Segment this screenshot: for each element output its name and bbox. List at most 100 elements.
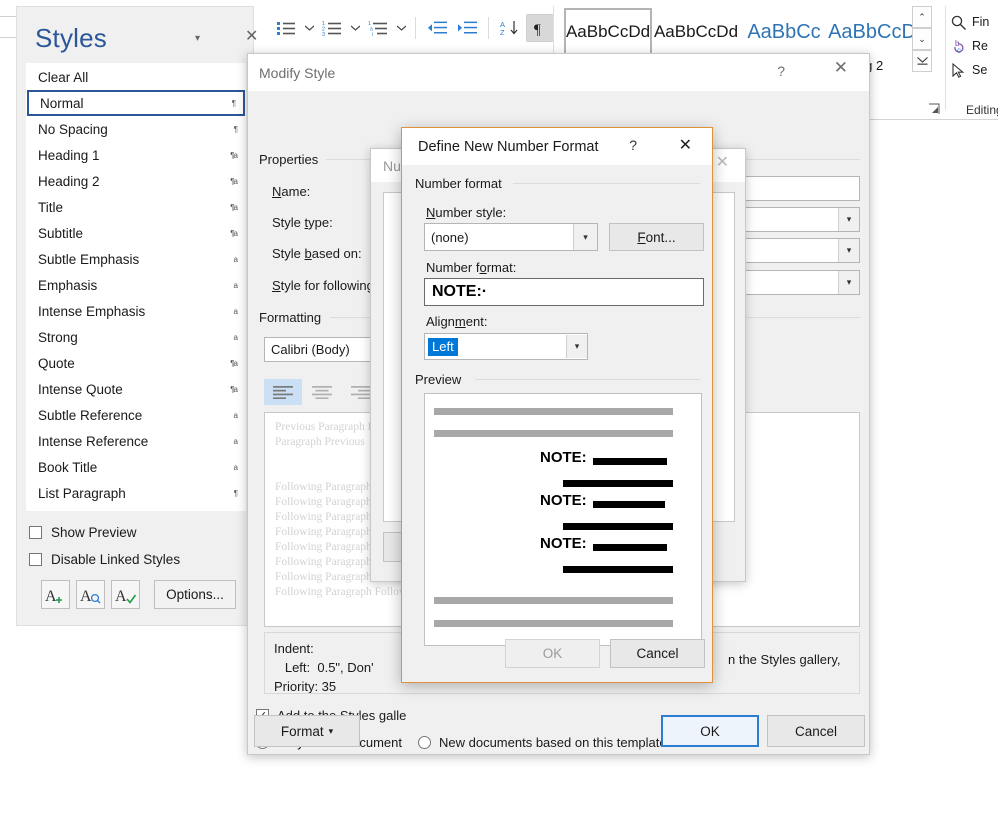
styles-list-item-intense-quote[interactable]: Intense Quote ¶a: [27, 376, 245, 402]
styles-pane-buttons: A A A Options...: [41, 580, 236, 609]
properties-group-label: Properties: [259, 152, 326, 167]
font-button[interactable]: Font...: [609, 223, 704, 251]
styles-list-item-list-paragraph[interactable]: List Paragraph ¶: [27, 480, 245, 506]
chevron-down-icon: [396, 25, 406, 31]
styles-list-item-clear-all[interactable]: Clear All: [27, 64, 245, 90]
modify-style-ok-button[interactable]: OK: [661, 715, 759, 747]
gallery-item-no-spacing[interactable]: AaBbCcDd: [652, 8, 740, 56]
close-icon[interactable]: ✕: [716, 152, 729, 172]
multilevel-list-dropdown[interactable]: [394, 14, 408, 42]
sort-button[interactable]: A Z: [496, 14, 524, 42]
modify-style-titlebar[interactable]: Modify Style ? ✕: [248, 54, 869, 91]
checkbox-icon[interactable]: [29, 553, 42, 566]
chevron-down-icon[interactable]: ▾: [838, 208, 859, 231]
show-formatting-marks-button[interactable]: ¶: [526, 14, 554, 42]
chevron-down-bar-icon: [916, 56, 928, 65]
show-preview-checkbox[interactable]: Show Preview: [29, 519, 239, 546]
styles-list-item-strong[interactable]: Strong a: [27, 324, 245, 350]
gallery-item-heading-2[interactable]: AaBbCcD: [828, 8, 916, 56]
numbering-dropdown[interactable]: [348, 14, 362, 42]
gallery-scroll-up-button[interactable]: ⌃: [912, 6, 932, 28]
style-inspector-button[interactable]: A: [76, 580, 105, 609]
style-type-mark: a: [233, 436, 239, 446]
define-dialog-titlebar[interactable]: Define New Number Format ? ✕: [402, 128, 712, 165]
style-label: Book Title: [38, 459, 98, 475]
styles-pane-close-button[interactable]: ✕: [245, 29, 258, 45]
help-icon[interactable]: ?: [629, 137, 637, 153]
styles-list[interactable]: Clear All Normal ¶ No Spacing ¶ Heading …: [26, 63, 246, 511]
alignment-combobox[interactable]: Left ▾: [424, 333, 588, 360]
radio-unselected-icon[interactable]: [418, 736, 431, 749]
multilevel-list-button[interactable]: 1 a i: [364, 14, 392, 42]
define-dialog-ok-button[interactable]: OK: [505, 639, 600, 668]
number-style-combobox[interactable]: (none) ▾: [424, 223, 598, 251]
styles-list-item-normal[interactable]: Normal ¶: [27, 90, 245, 116]
gallery-item-normal[interactable]: AaBbCcDd: [564, 8, 652, 56]
define-new-number-format-dialog: Define New Number Format ? ✕ Number form…: [401, 127, 713, 683]
close-icon[interactable]: ✕: [679, 135, 692, 155]
gallery-item-heading-1[interactable]: AaBbCc: [740, 8, 828, 56]
number-format-input[interactable]: NOTE:·: [424, 278, 704, 306]
bullets-button[interactable]: [272, 14, 300, 42]
style-type-mark: ¶a: [230, 176, 238, 186]
checkbox-icon[interactable]: [29, 526, 42, 539]
paragraph-divider: [415, 17, 416, 39]
styles-pane-menu-button[interactable]: ▾: [195, 33, 200, 44]
gallery-more-button[interactable]: [912, 50, 932, 72]
define-dialog-cancel-button[interactable]: Cancel: [610, 639, 705, 668]
format-button-label: Format: [280, 723, 324, 739]
font-button-label: Font...: [637, 229, 676, 245]
align-right-icon: [351, 386, 371, 399]
styles-list-item-heading-2[interactable]: Heading 2 ¶a: [27, 168, 245, 194]
gallery-scroll-down-button[interactable]: ⌄: [912, 28, 932, 50]
styles-list-item-intense-reference[interactable]: Intense Reference a: [27, 428, 245, 454]
styles-list-item-intense-emphasis[interactable]: Intense Emphasis a: [27, 298, 245, 324]
help-icon[interactable]: ?: [777, 63, 785, 79]
styles-dialog-launcher[interactable]: [928, 103, 940, 118]
gallery-scrollbar[interactable]: ⌃ ⌄: [912, 6, 932, 72]
styles-list-item-subtitle[interactable]: Subtitle ¶a: [27, 220, 245, 246]
styles-list-item-no-spacing[interactable]: No Spacing ¶: [27, 116, 245, 142]
style-label: Subtitle: [38, 225, 84, 241]
styles-list-item-heading-1[interactable]: Heading 1 ¶a: [27, 142, 245, 168]
numbering-button[interactable]: 1 2 3: [318, 14, 346, 42]
styles-list-item-subtle-reference[interactable]: Subtle Reference a: [27, 402, 245, 428]
style-type-mark: ¶a: [230, 202, 238, 212]
number-format-group-rule: [513, 183, 700, 184]
chevron-down-icon[interactable]: ▾: [838, 239, 859, 262]
close-icon[interactable]: ✕: [834, 58, 848, 78]
increase-indent-button[interactable]: [453, 14, 481, 42]
styles-list-item-quote[interactable]: Quote ¶a: [27, 350, 245, 376]
select-button[interactable]: Se: [950, 58, 998, 82]
styles-list-item-subtle-emphasis[interactable]: Subtle Emphasis a: [27, 246, 245, 272]
svg-text:A: A: [45, 588, 57, 605]
style-label: No Spacing: [38, 121, 108, 137]
styles-gallery[interactable]: AaBbCcDd AaBbCcDd AaBbCc AaBbCcD: [564, 8, 916, 56]
disable-linked-styles-label: Disable Linked Styles: [51, 552, 181, 567]
styles-list-item-emphasis[interactable]: Emphasis a: [27, 272, 245, 298]
find-button[interactable]: Fin: [950, 10, 998, 34]
align-center-button[interactable]: [303, 379, 341, 405]
svg-text:A: A: [80, 588, 92, 605]
new-style-button[interactable]: A: [41, 580, 70, 609]
format-button[interactable]: Format ▾: [254, 715, 360, 747]
options-button[interactable]: Options...: [154, 580, 236, 609]
new-documents-radio[interactable]: New documents based on this template: [418, 735, 667, 750]
styles-list-item-book-title[interactable]: Book Title a: [27, 454, 245, 480]
style-label: Emphasis: [38, 277, 98, 293]
multilevel-list-icon: 1 a i: [368, 21, 387, 36]
chevron-down-icon[interactable]: ▾: [838, 271, 859, 294]
replace-button[interactable]: b c Re: [950, 34, 998, 58]
chevron-down-icon[interactable]: ▾: [573, 224, 597, 250]
define-dialog-title: Define New Number Format: [418, 138, 599, 155]
manage-styles-button[interactable]: A: [111, 580, 140, 609]
bulleted-list-icon: [277, 22, 295, 35]
decrease-indent-button[interactable]: [423, 14, 451, 42]
styles-list-item-title[interactable]: Title ¶a: [27, 194, 245, 220]
preview-black-bar-2b: [563, 523, 673, 530]
modify-style-cancel-button[interactable]: Cancel: [767, 715, 865, 747]
bullets-dropdown[interactable]: [302, 14, 316, 42]
disable-linked-styles-checkbox[interactable]: Disable Linked Styles: [29, 546, 239, 573]
chevron-down-icon[interactable]: ▾: [566, 335, 587, 358]
align-left-button[interactable]: [264, 379, 302, 405]
